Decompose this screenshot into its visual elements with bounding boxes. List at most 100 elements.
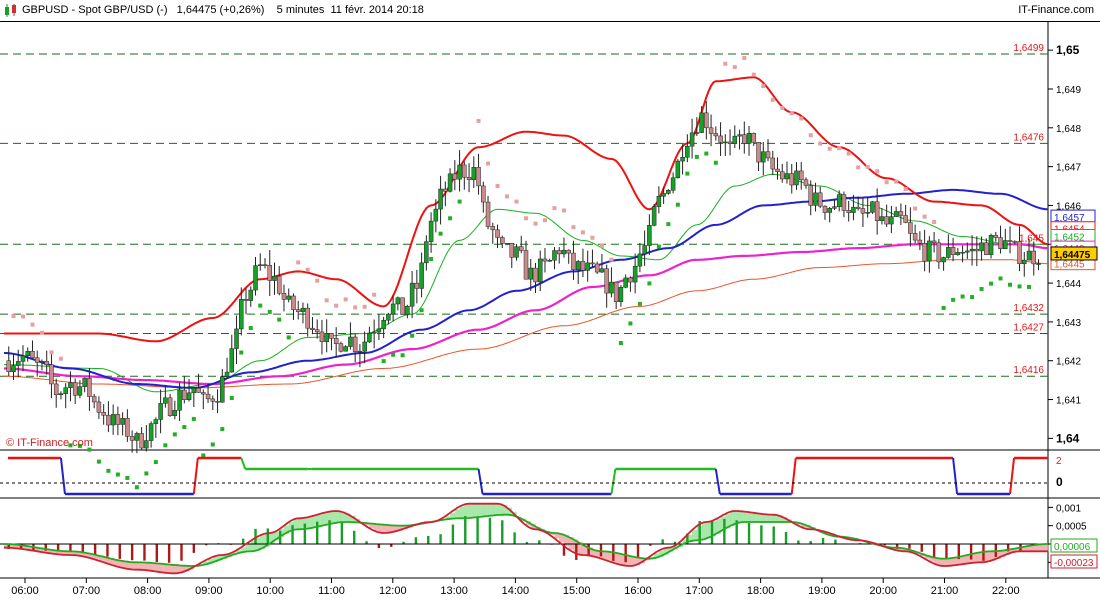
sar-dot-up	[951, 297, 956, 302]
candle-bear	[770, 157, 776, 170]
sar-dot-down	[789, 111, 794, 116]
chart-header: GBPUSD - Spot GBP/USD (-) 1,64475 (+0,26…	[0, 0, 1100, 22]
candle-bull	[58, 393, 64, 395]
macd-fill	[336, 511, 342, 523]
candle-bull	[134, 433, 140, 441]
sar-dot-down	[505, 194, 510, 199]
sar-dot-down	[751, 72, 756, 77]
candle-bull	[988, 235, 994, 255]
macd-fill	[739, 511, 745, 523]
sar-dot-down	[552, 206, 557, 211]
candle-bull	[300, 307, 306, 312]
price-tag-label: 1,6445	[1054, 260, 1085, 271]
candle-bear	[314, 329, 320, 333]
candle-bull	[371, 331, 377, 334]
time-tick-label: 08:00	[134, 585, 162, 597]
macd-bar-positive	[797, 540, 800, 544]
candle-bull	[234, 328, 239, 349]
candle-bear	[490, 226, 496, 231]
macd-bar-positive	[747, 523, 751, 544]
candle-bear	[125, 418, 130, 437]
sar-dot-down	[932, 219, 937, 224]
time-tick-label: 07:00	[73, 585, 101, 597]
macd-bar-negative	[118, 544, 121, 559]
sar-dot-down	[20, 314, 25, 319]
candle-bear	[912, 233, 918, 241]
candle-bear	[742, 134, 747, 144]
sar-dot-down	[49, 350, 54, 355]
candle-bear	[841, 194, 847, 211]
candle-bull	[699, 112, 704, 133]
candle-bull	[248, 289, 254, 301]
macd-fill	[141, 562, 147, 570]
macd-bar-negative	[575, 544, 578, 560]
sar-dot-down	[362, 304, 367, 309]
signal-transition	[790, 457, 797, 495]
watermark: © IT-Finance.com	[6, 437, 93, 449]
price-tick-label: 1,643	[1056, 318, 1081, 329]
reference-level-label: 1,6416	[1013, 365, 1044, 376]
macd-bar-positive	[834, 539, 837, 544]
candle-bull	[552, 250, 557, 261]
macd-fill	[478, 503, 484, 518]
sar-dot-down	[58, 356, 63, 361]
candle-bull	[15, 361, 21, 366]
candle-bear	[950, 247, 956, 255]
macd-fill	[136, 562, 142, 570]
macd-bar-positive	[353, 530, 356, 544]
candle-bull	[11, 365, 16, 373]
time-tick-label: 21:00	[931, 585, 959, 597]
macd-fill	[492, 503, 498, 516]
candle-bull	[229, 348, 235, 373]
candle-bear	[276, 275, 282, 294]
macd-bar-negative	[636, 544, 640, 558]
macd-bar-positive	[772, 526, 775, 544]
sar-dot-up	[400, 353, 405, 358]
candle-bull	[547, 260, 552, 262]
candle-bull	[836, 194, 842, 207]
time-tick-label: 22:00	[992, 585, 1020, 597]
sar-dot-up	[656, 244, 661, 249]
candle-bear	[452, 173, 458, 180]
candle-bear	[72, 382, 78, 396]
candle-bull	[68, 382, 73, 388]
candle-bull	[153, 419, 159, 424]
sar-dot-down	[865, 164, 870, 169]
candle-bull	[39, 361, 45, 363]
candle-bull	[946, 247, 951, 258]
sar-dot-up	[163, 443, 168, 448]
candle-bull	[63, 387, 68, 394]
sar-dot-down	[571, 225, 576, 230]
candle-bull	[623, 277, 628, 288]
sar-dot-up	[153, 460, 158, 465]
candle-bear	[798, 170, 804, 181]
reference-level-label: 1,6432	[1013, 303, 1044, 314]
candle-bear	[523, 250, 529, 280]
candle-bear	[30, 351, 35, 359]
candle-bear	[984, 242, 989, 255]
macd-fill	[601, 551, 607, 559]
candle-bull	[428, 220, 434, 242]
candle-bear	[756, 142, 761, 163]
macd-bar-positive	[427, 535, 430, 544]
sar-dot-down	[305, 267, 310, 272]
candle-bull	[1003, 240, 1008, 249]
candle-bull	[585, 262, 590, 271]
candle-bear	[485, 201, 491, 227]
candle-bull	[680, 156, 685, 162]
candle-bull	[761, 151, 766, 163]
sar-dot-down	[827, 146, 832, 151]
candle-bull	[969, 248, 975, 252]
candle-bear	[115, 414, 121, 425]
sar-dot-down	[561, 208, 566, 213]
sar-dot-up	[182, 425, 187, 430]
candle-bull	[447, 173, 453, 192]
symbol-label: GBPUSD	[22, 4, 69, 16]
macd-fill	[488, 503, 494, 517]
candle-bear	[281, 292, 287, 300]
candle-bear	[1012, 241, 1018, 243]
candle-bear	[998, 237, 1003, 249]
macd-bar-positive	[784, 531, 788, 544]
candle-bear	[481, 185, 486, 203]
candle-bear	[803, 179, 809, 186]
